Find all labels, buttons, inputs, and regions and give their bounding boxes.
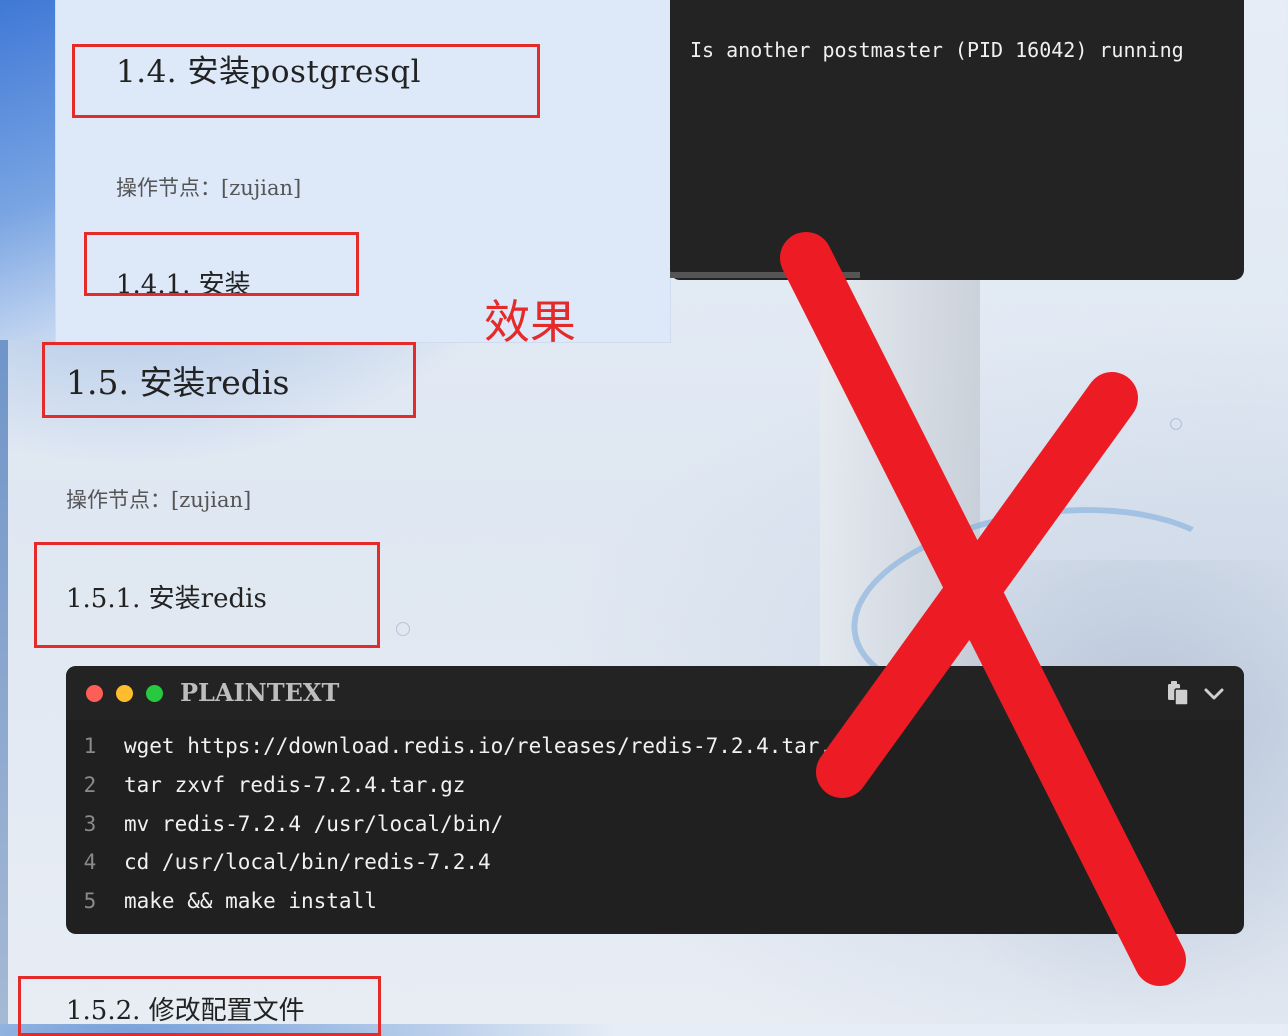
code-text: wget https://download.redis.io/releases/… [124,734,858,758]
window-minimize-dot [116,685,133,702]
operation-node-text: 操作节点：[zujian] [116,176,302,200]
annotation-box-subheading-install [84,232,359,296]
line-number: 1 [83,734,97,758]
code-text: cd /usr/local/bin/redis-7.2.4 [124,850,491,874]
background-art-left-strip [0,340,8,1024]
effect-annotation-label: 效果 [484,295,576,349]
code-text: make && make install [124,889,377,913]
line-number: 5 [83,889,97,913]
code-language-label: PLAINTEXT [180,678,340,707]
background-art-left [0,0,60,340]
line-number: 4 [83,850,97,874]
code-text: mv redis-7.2.4 /usr/local/bin/ [124,812,504,836]
operation-node-text: 操作节点：[zujian] [66,488,252,512]
terminal-output-line: Is another postmaster (PID 16042) runnin… [690,38,1184,62]
code-text: tar zxvf redis-7.2.4.tar.gz [124,773,466,797]
window-maximize-dot [146,685,163,702]
annotation-box-heading-redis [42,342,416,418]
line-number: 3 [83,812,97,836]
annotation-box-subheading-install-redis [34,542,380,648]
chevron-down-icon[interactable] [1202,682,1226,706]
annotation-box-heading-postgresql [72,44,540,118]
line-number: 2 [83,773,97,797]
red-x-mark [780,232,1186,986]
background-bubble [396,622,410,636]
window-close-dot [86,685,103,702]
annotation-box-subheading-modify-config [18,976,381,1036]
